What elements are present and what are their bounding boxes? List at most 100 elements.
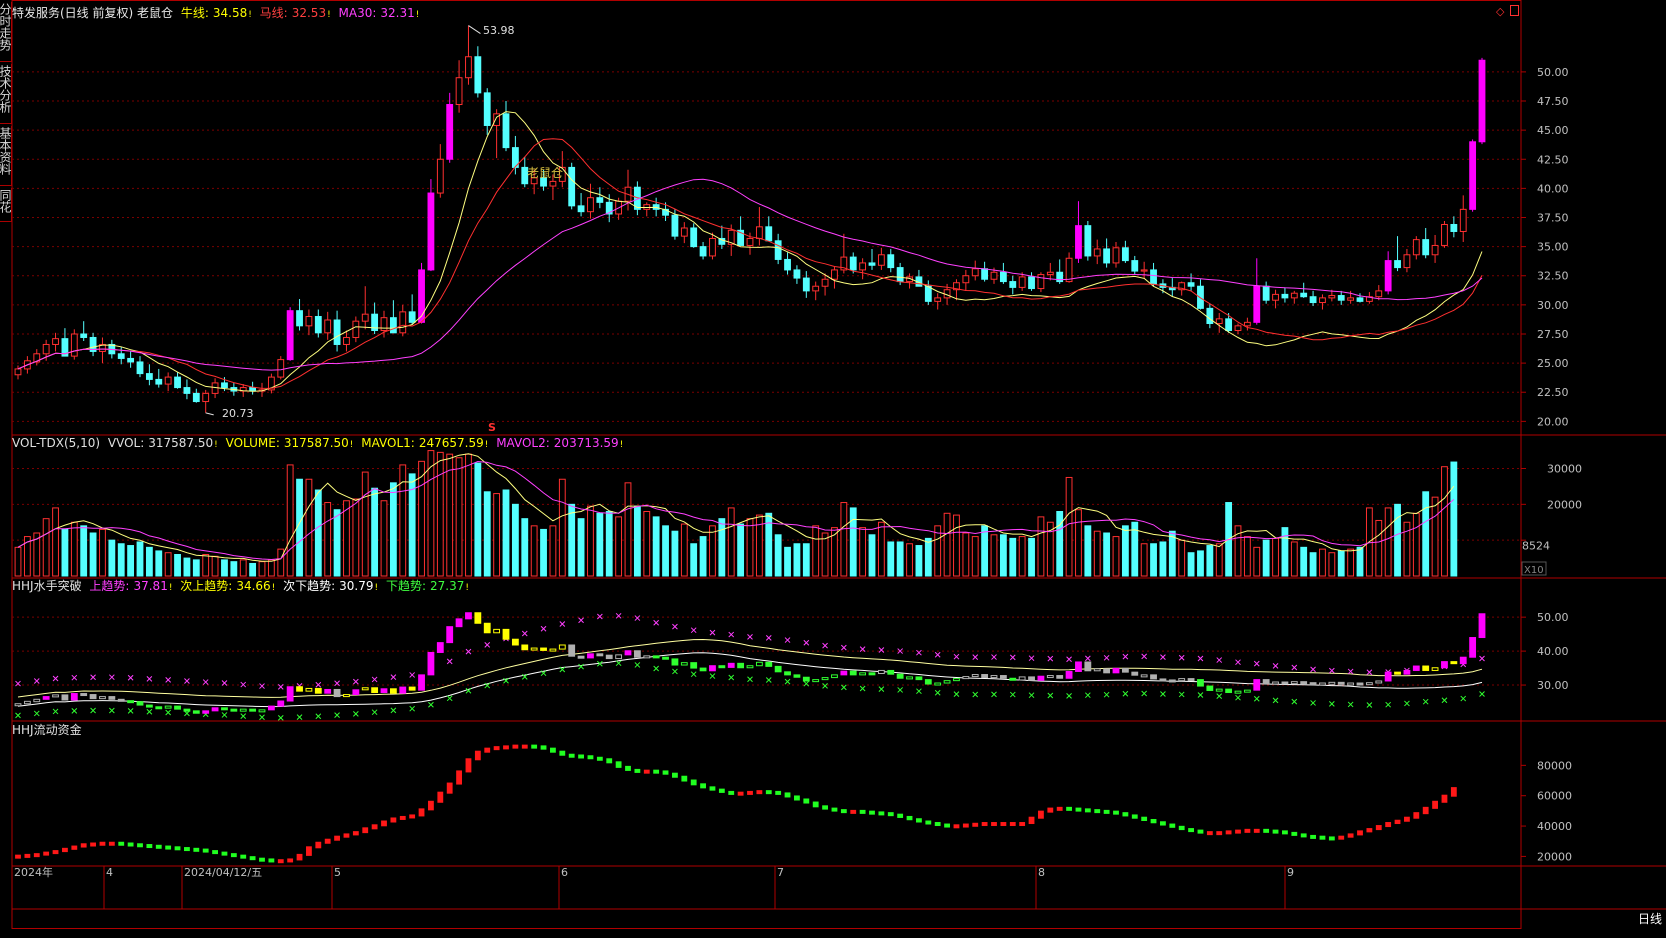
flow-bar[interactable] (390, 817, 397, 823)
hhj-candle[interactable] (1394, 671, 1401, 675)
flow-bar[interactable] (1263, 828, 1270, 833)
hhj-candle[interactable] (1469, 637, 1477, 658)
candle-body[interactable] (746, 237, 754, 246)
hhj-candle[interactable] (1272, 681, 1279, 685)
hhj-candle[interactable] (380, 688, 388, 694)
hhj-candle[interactable] (42, 696, 50, 700)
volume-bar[interactable] (277, 548, 285, 577)
candle-body[interactable] (1150, 269, 1157, 285)
candle-body[interactable] (868, 262, 876, 266)
volume-bar[interactable] (1450, 461, 1458, 577)
hhj-candle[interactable] (474, 612, 482, 624)
candle-body[interactable] (821, 278, 829, 287)
flow-bar[interactable] (230, 853, 237, 858)
volume-bar[interactable] (305, 478, 313, 577)
hhj-candle[interactable] (427, 651, 435, 676)
hhj-candle[interactable] (192, 710, 200, 714)
candle-body[interactable] (174, 376, 181, 389)
volume-bar[interactable] (1394, 503, 1401, 577)
flow-bar[interactable] (1038, 810, 1044, 819)
hhj-candle[interactable] (267, 705, 275, 711)
volume-bar[interactable] (877, 521, 885, 577)
volume-bar[interactable] (80, 525, 88, 577)
volume-bar[interactable] (1262, 539, 1270, 577)
hhj-candle[interactable] (296, 686, 303, 692)
volume-bar[interactable] (333, 509, 341, 577)
candle-body[interactable] (446, 104, 454, 160)
hhj-candle[interactable] (615, 654, 623, 660)
flow-bar[interactable] (1103, 809, 1110, 814)
candle-body[interactable] (784, 258, 791, 271)
flow-bar[interactable] (568, 753, 575, 758)
volume-bar[interactable] (840, 502, 848, 577)
flow-bar[interactable] (672, 772, 678, 778)
hhj-candle[interactable] (1159, 678, 1167, 682)
flow-bar[interactable] (1197, 829, 1204, 834)
volume-bar[interactable] (821, 532, 829, 577)
volume-bar[interactable] (596, 512, 604, 577)
volume-bar[interactable] (127, 545, 135, 577)
hhj-candle[interactable] (831, 674, 838, 679)
candle-body[interactable] (924, 285, 932, 302)
flow-bar[interactable] (991, 822, 997, 827)
volume-bar[interactable] (455, 457, 463, 577)
flow-bar[interactable] (878, 811, 885, 816)
hhj-candle[interactable] (418, 674, 425, 691)
candle-body[interactable] (155, 378, 163, 385)
flow-bar[interactable] (296, 853, 303, 861)
candle-body[interactable] (455, 77, 463, 106)
volume-bar[interactable] (221, 559, 228, 577)
volume-bar[interactable] (643, 511, 651, 577)
candle-body[interactable] (1112, 247, 1120, 264)
candle-body[interactable] (577, 205, 585, 213)
flow-bar[interactable] (1150, 818, 1157, 824)
volume-bar[interactable] (1178, 539, 1186, 577)
hhj-candle[interactable] (765, 661, 773, 667)
hhj-candle[interactable] (1300, 681, 1308, 685)
volume-bar[interactable] (1065, 476, 1073, 577)
candle-body[interactable] (549, 180, 557, 187)
flow-bar[interactable] (1253, 828, 1260, 833)
flow-bar[interactable] (1084, 808, 1091, 813)
volume-bar[interactable] (1159, 541, 1167, 577)
candle-body[interactable] (709, 237, 716, 257)
candle-body[interactable] (361, 313, 369, 322)
volume-bar[interactable] (887, 541, 895, 577)
hhj-candle[interactable] (1018, 676, 1026, 681)
hhj-candle[interactable] (906, 676, 913, 680)
volume-bar[interactable] (1150, 543, 1157, 577)
hhj-candle[interactable] (709, 665, 716, 672)
hhj-candle[interactable] (1056, 675, 1064, 679)
flow-bar[interactable] (184, 847, 190, 852)
candle-body[interactable] (1469, 141, 1477, 210)
hhj-candle[interactable] (239, 708, 247, 712)
hhj-candle[interactable] (80, 693, 88, 697)
volume-bar[interactable] (868, 534, 876, 577)
hhj-candle[interactable] (1225, 688, 1233, 694)
volume-bar[interactable] (662, 525, 669, 577)
candle-body[interactable] (474, 56, 482, 94)
volume-bar[interactable] (361, 471, 369, 577)
candle-body[interactable] (587, 197, 594, 213)
candle-body[interactable] (1394, 260, 1401, 269)
candle-body[interactable] (831, 269, 838, 280)
flow-bar[interactable] (709, 786, 716, 791)
flow-bar[interactable] (1375, 825, 1382, 831)
hhj-candle[interactable] (23, 700, 31, 705)
volume-bar[interactable] (192, 559, 200, 577)
flow-bar[interactable] (512, 744, 519, 749)
hhj-candle[interactable] (746, 665, 754, 669)
hhj-candle[interactable] (211, 707, 219, 712)
flow-bar[interactable] (493, 746, 500, 751)
flow-bar[interactable] (456, 770, 462, 785)
flow-bar[interactable] (718, 788, 725, 793)
flow-bar[interactable] (615, 761, 622, 768)
hhj-candle[interactable] (230, 708, 238, 712)
volume-bar[interactable] (511, 503, 519, 577)
volume-bar[interactable] (89, 532, 97, 577)
volume-bar[interactable] (1103, 532, 1111, 577)
hhj-candle[interactable] (718, 665, 726, 669)
volume-bar[interactable] (1009, 537, 1017, 577)
flow-bar[interactable] (277, 859, 284, 864)
candle-body[interactable] (70, 333, 78, 357)
